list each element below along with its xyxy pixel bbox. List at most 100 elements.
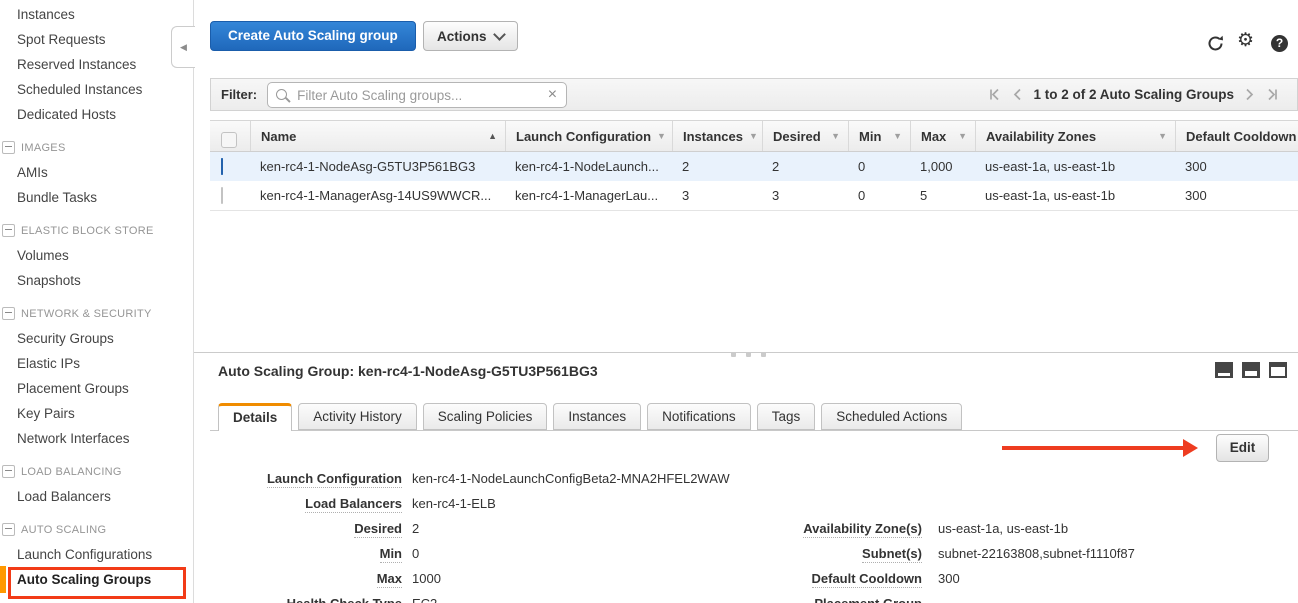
tab-details[interactable]: Details (218, 403, 292, 431)
pagination: 1 to 2 of 2 Auto Scaling Groups (988, 87, 1287, 102)
help-icon[interactable]: ? (1271, 35, 1288, 52)
sidebar-item-scheduled-instances[interactable]: Scheduled Instances (0, 77, 193, 102)
cell-name: ken-rc4-1-ManagerAsg-14US9WWCR... (250, 181, 505, 210)
table-header-row: Name▲ Launch Configuration▼ Instances▼ D… (210, 120, 1298, 152)
refresh-icon[interactable] (1206, 34, 1225, 53)
filter-label: Filter: (221, 87, 257, 102)
section-label: NETWORK & SECURITY (21, 308, 152, 320)
column-header-default-cooldown[interactable]: Default Cooldown (1175, 121, 1298, 151)
column-header-instances[interactable]: Instances▼ (672, 121, 762, 151)
sidebar-item-launch-configurations[interactable]: Launch Configurations (0, 542, 193, 567)
tab-scheduled-actions[interactable]: Scheduled Actions (821, 403, 962, 430)
actions-dropdown-button[interactable]: Actions (423, 21, 518, 51)
table-row[interactable]: ken-rc4-1-ManagerAsg-14US9WWCR... ken-rc… (210, 181, 1298, 211)
collapse-section-icon[interactable] (2, 523, 15, 536)
column-header-min[interactable]: Min▼ (848, 121, 910, 151)
cell-min: 0 (848, 152, 910, 181)
column-header-max[interactable]: Max▼ (910, 121, 975, 151)
maximize-top-pane-icon[interactable] (1215, 362, 1233, 378)
tab-tags[interactable]: Tags (757, 403, 816, 430)
row-checkbox-checked[interactable] (221, 158, 223, 175)
sidebar-item-volumes[interactable]: Volumes (0, 243, 193, 268)
filter-search-box: × (267, 82, 567, 108)
field-value: 300 (938, 571, 960, 586)
sidebar-item-auto-scaling-groups[interactable]: Auto Scaling Groups (8, 567, 186, 599)
field-label: Subnet(s) (700, 546, 922, 561)
sidebar-item-placement-groups[interactable]: Placement Groups (0, 376, 193, 401)
column-label: Min (859, 129, 881, 144)
field-value: EC2 (412, 596, 437, 603)
field-value: us-east-1a, us-east-1b (938, 521, 1068, 536)
checkbox-icon[interactable] (221, 132, 237, 148)
column-header-launch-configuration[interactable]: Launch Configuration▼ (505, 121, 672, 151)
select-all-checkbox[interactable] (210, 121, 250, 151)
chevron-left-icon: ◀ (180, 42, 187, 53)
details-panel-title: Auto Scaling Group: ken-rc4-1-NodeAsg-G5… (218, 363, 598, 379)
pagination-label: 1 to 2 of 2 Auto Scaling Groups (1033, 87, 1234, 102)
tab-instances[interactable]: Instances (553, 403, 641, 430)
sidebar-item-reserved-instances[interactable]: Reserved Instances (0, 52, 193, 77)
search-icon (276, 89, 287, 100)
column-header-desired[interactable]: Desired ▼ (762, 121, 848, 151)
sidebar-item-elastic-ips[interactable]: Elastic IPs (0, 351, 193, 376)
column-label: Default Cooldown (1186, 129, 1297, 144)
sidebar-item-spot-requests[interactable]: Spot Requests (0, 27, 193, 52)
next-page-icon[interactable] (1244, 88, 1255, 101)
split-pane-icon[interactable] (1242, 362, 1260, 378)
column-label: Launch Configuration (516, 129, 651, 144)
cell-instances: 3 (672, 181, 762, 210)
collapse-section-icon[interactable] (2, 465, 15, 478)
sort-caret-icon: ▼ (831, 131, 840, 141)
create-auto-scaling-group-button[interactable]: Create Auto Scaling group (210, 21, 416, 51)
field-label: Load Balancers (218, 496, 402, 511)
sidebar-item-network-interfaces[interactable]: Network Interfaces (0, 426, 193, 451)
column-header-availability-zones[interactable]: Availability Zones▼ (975, 121, 1175, 151)
sidebar-section-auto-scaling: AUTO SCALING (0, 517, 193, 542)
sidebar-item-snapshots[interactable]: Snapshots (0, 268, 193, 293)
column-label: Desired (773, 129, 821, 144)
section-label: ELASTIC BLOCK STORE (21, 225, 154, 237)
cell-instances: 2 (672, 152, 762, 181)
collapse-section-icon[interactable] (2, 224, 15, 237)
filter-input[interactable] (295, 85, 543, 107)
clear-filter-icon[interactable]: × (548, 86, 557, 104)
first-page-icon[interactable] (988, 88, 1002, 101)
annotation-red-arrow-head (1183, 439, 1198, 457)
column-header-name[interactable]: Name▲ (250, 121, 505, 151)
field-label: Health Check Type (218, 596, 402, 603)
table-row[interactable]: ken-rc4-1-NodeAsg-G5TU3P561BG3 ken-rc4-1… (210, 152, 1298, 182)
sidebar-item-security-groups[interactable]: Security Groups (0, 326, 193, 351)
cell-availability-zones: us-east-1a, us-east-1b (975, 181, 1175, 210)
sidebar-item-instances[interactable]: Instances (0, 2, 193, 27)
cell-desired: 2 (762, 152, 848, 181)
sidebar-collapse-button[interactable]: ◀ (171, 26, 195, 68)
field-value: 2 (412, 521, 419, 536)
annotation-red-arrow (1002, 446, 1185, 450)
details-fields-left: Launch Configurationken-rc4-1-NodeLaunch… (218, 466, 730, 603)
tab-notifications[interactable]: Notifications (647, 403, 751, 430)
prev-page-icon[interactable] (1012, 88, 1023, 101)
actions-label: Actions (437, 29, 487, 44)
field-label: Default Cooldown (700, 571, 922, 586)
collapse-section-icon[interactable] (2, 307, 15, 320)
maximize-bottom-pane-icon[interactable] (1269, 362, 1287, 378)
sidebar-item-load-balancers[interactable]: Load Balancers (0, 484, 193, 509)
row-checkbox-unchecked[interactable] (221, 187, 223, 204)
chevron-down-icon (493, 28, 506, 41)
sort-caret-icon: ▼ (958, 131, 967, 141)
sidebar-item-bundle-tasks[interactable]: Bundle Tasks (0, 185, 193, 210)
edit-button[interactable]: Edit (1216, 434, 1269, 462)
tab-activity-history[interactable]: Activity History (298, 403, 417, 430)
cell-desired: 3 (762, 181, 848, 210)
gear-icon[interactable]: ⚙ (1237, 31, 1254, 50)
split-drag-handle[interactable] (731, 352, 766, 357)
tab-scaling-policies[interactable]: Scaling Policies (423, 403, 548, 430)
field-value: ken-rc4-1-NodeLaunchConfigBeta2-MNA2HFEL… (412, 471, 730, 486)
field-label: Min (218, 546, 402, 561)
sidebar-item-key-pairs[interactable]: Key Pairs (0, 401, 193, 426)
sidebar-item-dedicated-hosts[interactable]: Dedicated Hosts (0, 102, 193, 127)
sidebar-item-amis[interactable]: AMIs (0, 160, 193, 185)
section-label: AUTO SCALING (21, 524, 106, 536)
collapse-section-icon[interactable] (2, 141, 15, 154)
last-page-icon[interactable] (1265, 88, 1279, 101)
